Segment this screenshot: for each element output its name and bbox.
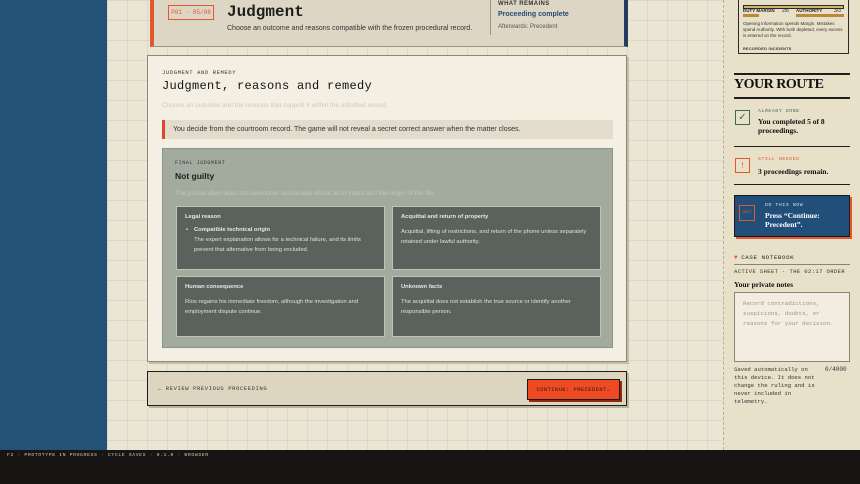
private-notes-label: Your private notes [734,280,794,289]
route-needed: ! STILL NEEDED 3 proceedings remain. [734,154,850,184]
tile-body: The expert explanation allows for a tech… [194,237,361,253]
autosave-note: Saved automatically on this device. It d… [734,366,815,405]
verdict: Not guilty [175,171,215,181]
remains-value: Proceeding complete [498,11,569,18]
review-previous-link[interactable]: ← REVIEW PREVIOUS PROCEEDING [158,385,267,392]
tile-heading: Acquittal and return of property [401,214,489,220]
notebook-rule [734,264,850,265]
next-value: Press “Continue: Precedent”. [765,211,820,229]
tile-unknown-facts[interactable]: Unknown facts The acquittal does not est… [392,276,601,337]
duty-margin-value: 2/6 [782,8,789,14]
proceeding-stamp: P01 · 05/08 [168,5,214,20]
tile-heading: Human consequence [185,284,244,290]
check-icon: ✓ [735,110,750,125]
route-done: ✓ ALREADY DONE You completed 5 of 8 proc… [734,106,850,146]
remains-label: WHAT REMAINS [498,1,550,7]
notebook-heading: CASE NOTEBOOK [741,254,795,261]
remains-note: Afterwards: Precedent [498,24,558,30]
judgment-summary: The prosecution does not overcome reason… [175,190,436,197]
footer-status: F2 · PROTOTYPE IN PROGRESS · CYCLE SAVES… [7,453,209,458]
tile-body: Acquittal, lifting of restrictions, and … [401,229,587,245]
panel-eyebrow: JUDGMENT AND REMEDY [162,69,237,76]
decision-notice: You decide from the courtroom record. Th… [162,120,613,139]
authority-label: AUTHORITY [796,8,823,13]
route-rule-bottom [734,97,850,99]
tile-body: Ríos regains his immediate freedom, alth… [185,299,359,315]
recorded-incidents-label: RECORDED INCIDENTS [743,47,792,51]
final-judgment-card[interactable]: FINAL JUDGMENT Not guilty The prosecutio… [162,148,613,348]
triangle-down-icon: ▼ [734,254,739,261]
resource-meter: DUTY MARGIN 2/6 AUTHORITY 3/3 Opening in… [738,0,849,54]
panel-title: Judgment, reasons and remedy [162,79,373,93]
proceeding-nav: ← REVIEW PREVIOUS PROCEEDING CONTINUE: P… [147,371,627,406]
left-sidebar [0,0,107,450]
tile-heading: Legal reason [185,214,221,220]
done-label: ALREADY DONE [758,109,800,114]
route-divider [734,184,850,185]
route-title: YOUR ROUTE [734,77,824,92]
needed-value: 3 proceedings remain. [758,167,829,176]
route-divider [734,146,850,147]
header-divider [490,0,491,35]
private-notes-input[interactable]: Record contradictions, suspicions, doubt… [734,292,850,362]
active-sheet: ACTIVE SHEET · THE 02:17 ORDER [734,268,846,275]
tile-body: The acquittal does not establish the tru… [401,299,571,315]
next-icon: NEXT [739,205,755,221]
done-value: You completed 5 of 8 proceedings. [758,117,825,135]
tile-acquittal[interactable]: Acquittal and return of property Acquitt… [392,206,601,270]
alert-icon: ! [735,158,750,173]
meter-explanation: Opening information spends Margin. Mista… [743,21,843,38]
judgment-panel: JUDGMENT AND REMEDY Judgment, reasons an… [147,55,627,362]
character-count: 0/4000 [825,366,847,373]
tile-heading: Unknown facts [401,284,443,290]
continue-button[interactable]: CONTINUE: PRECEDENT→ [527,379,620,400]
page-subtitle: Choose an outcome and reasons compatible… [227,25,473,32]
status-footer: F2 · PROTOTYPE IN PROGRESS · CYCLE SAVES… [0,450,860,484]
authority-bar [796,14,844,17]
page-title: Judgment [227,3,304,21]
duty-margin-bar [743,14,759,17]
next-action-card[interactable]: NEXT DO THIS NOW Press “Continue: Preced… [734,195,850,237]
notebook-toggle[interactable]: ▼ CASE NOTEBOOK [734,254,794,261]
tile-bullet-title: Compatible technical origin [185,227,376,233]
duty-margin-label: DUTY MARGIN [743,8,775,13]
tile-human-consequence[interactable]: Human consequence Ríos regains his immed… [176,276,385,337]
proceeding-header: P01 · 05/08 Judgment Choose an outcome a… [150,0,628,47]
judgment-label: FINAL JUDGMENT [175,160,226,166]
tile-legal-reason[interactable]: Legal reason Compatible technical origin… [176,206,385,270]
route-rule-top [734,73,850,75]
panel-instructions: Choose an outcome and the reasons that s… [162,102,388,109]
next-label: DO THIS NOW [765,203,804,208]
needed-label: STILL NEEDED [758,157,800,162]
